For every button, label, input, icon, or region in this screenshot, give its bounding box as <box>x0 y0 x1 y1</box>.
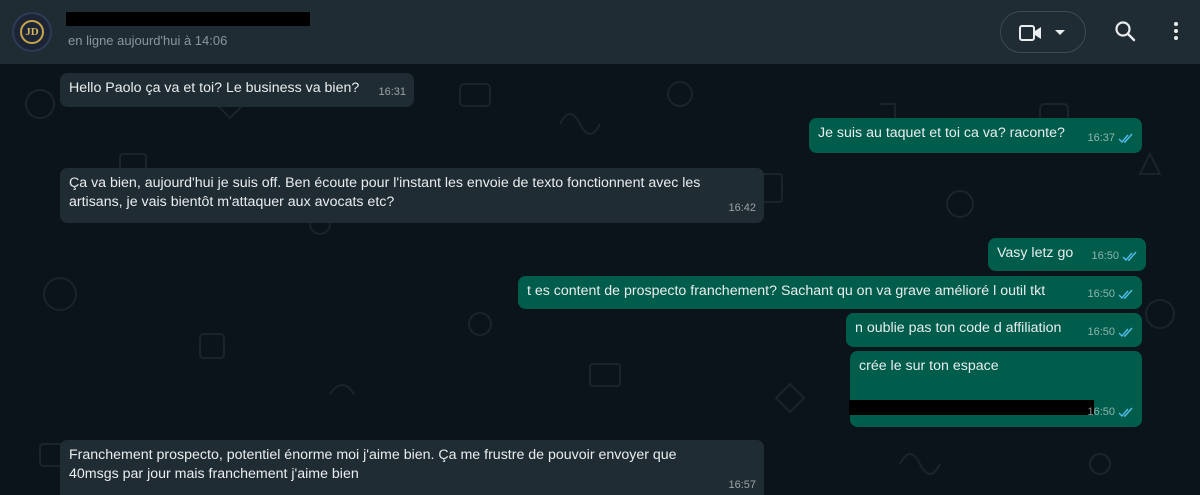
chat-header: JD en ligne aujourd'hui à 14:06 <box>0 0 1200 64</box>
contact-avatar[interactable]: JD <box>12 12 52 52</box>
video-call-button[interactable] <box>1000 11 1086 53</box>
message-outgoing[interactable]: t es content de prospecto franchement? S… <box>518 276 1142 309</box>
contact-status: en ligne aujourd'hui à 14:06 <box>68 33 228 48</box>
message-time: 16:50 <box>1087 288 1115 300</box>
message-time: 16:57 <box>728 479 756 491</box>
message-meta: 16:42 <box>728 199 756 218</box>
message-text: n oublie pas ton code d affiliation <box>855 320 1062 336</box>
message-outgoing[interactable]: n oublie pas ton code d affiliation 16:5… <box>846 313 1142 347</box>
read-ticks-icon <box>1122 251 1137 262</box>
read-ticks-icon <box>1118 407 1133 418</box>
message-text: Ça va bien, aujourd'hui je suis off. Ben… <box>69 175 701 210</box>
video-camera-icon <box>1019 25 1041 41</box>
message-incoming[interactable]: Hello Paolo ça va et toi? Le business va… <box>60 73 414 107</box>
message-text: t es content de prospecto franchement? S… <box>527 283 1046 299</box>
message-outgoing[interactable]: Je suis au taquet et toi ca va? raconte?… <box>809 118 1142 153</box>
message-text: Vasy letz go <box>997 245 1074 261</box>
message-meta: 16:37 <box>1087 129 1134 148</box>
message-meta: 16:50 <box>1087 323 1134 342</box>
message-meta: 16:50 <box>1087 285 1134 304</box>
chevron-down-icon[interactable] <box>1054 27 1066 39</box>
message-meta: 16:50 <box>1091 247 1138 266</box>
read-ticks-icon <box>1118 133 1133 144</box>
message-meta: 16:50 <box>1087 403 1134 422</box>
read-ticks-icon <box>1118 327 1133 338</box>
message-meta: 16:57 <box>728 476 756 495</box>
message-list[interactable]: Hello Paolo ça va et toi? Le business va… <box>0 64 1200 495</box>
message-outgoing[interactable]: crée le sur ton espace 16:50 <box>849 351 1142 427</box>
message-time: 16:42 <box>728 202 756 214</box>
message-outgoing[interactable]: Vasy letz go 16:50 <box>988 238 1146 271</box>
message-time: 16:50 <box>1087 326 1115 338</box>
kebab-menu-icon[interactable] <box>1164 19 1188 43</box>
message-text: Hello Paolo ça va et toi? Le business va… <box>69 80 360 96</box>
message-text: Franchement prospecto, potentiel énorme … <box>69 447 677 482</box>
message-incoming[interactable]: Ça va bien, aujourd'hui je suis off. Ben… <box>60 168 764 223</box>
message-text: crée le sur ton espace <box>859 358 999 374</box>
contact-name-redacted[interactable] <box>66 12 310 26</box>
message-time: 16:50 <box>1087 406 1115 418</box>
message-incoming[interactable]: Franchement prospecto, potentiel énorme … <box>60 440 764 495</box>
read-ticks-icon <box>1118 289 1133 300</box>
search-icon[interactable] <box>1113 19 1137 43</box>
message-time: 16:50 <box>1091 250 1119 262</box>
message-meta: 16:31 <box>378 83 406 102</box>
message-time: 16:31 <box>378 86 406 98</box>
avatar-monogram: JD <box>25 26 39 38</box>
redacted-link[interactable] <box>849 400 1094 415</box>
message-text: Je suis au taquet et toi ca va? raconte? <box>818 125 1065 141</box>
message-time: 16:37 <box>1087 132 1115 144</box>
